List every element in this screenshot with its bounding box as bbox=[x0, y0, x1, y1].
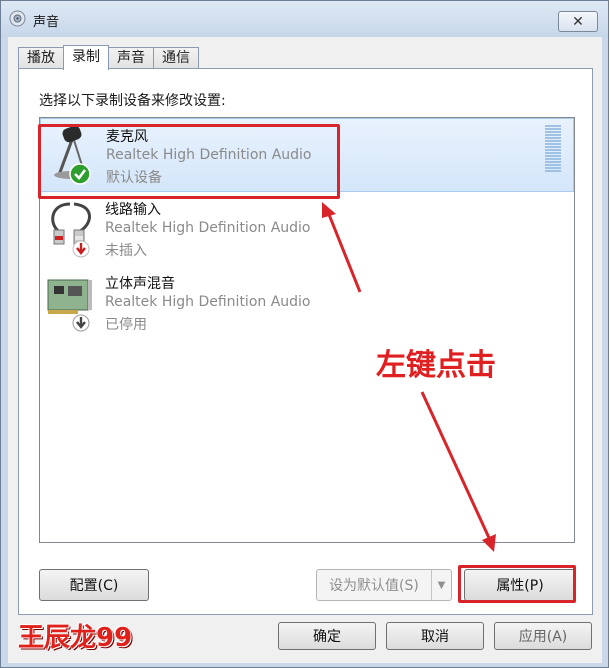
device-row-line-in[interactable]: 线路输入 Realtek High Definition Audio 未插入 bbox=[40, 192, 574, 266]
tab-strip: 播放 录制 声音 通信 bbox=[18, 45, 199, 70]
gray-down-arrow-icon bbox=[72, 314, 90, 332]
device-status: 未插入 bbox=[105, 243, 147, 259]
device-driver: Realtek High Definition Audio bbox=[105, 220, 311, 236]
window-title: 声音 bbox=[33, 15, 60, 30]
annotation-label: 左键点击 bbox=[376, 348, 496, 383]
tab-sounds[interactable]: 声音 bbox=[108, 47, 154, 69]
set-default-button[interactable]: 设为默认值(S) ▼ bbox=[316, 569, 452, 601]
tab-recording[interactable]: 录制 bbox=[63, 45, 109, 70]
cancel-button[interactable]: 取消 bbox=[386, 622, 484, 650]
tab-communications[interactable]: 通信 bbox=[153, 47, 199, 69]
set-default-label: 设为默认值(S) bbox=[329, 578, 419, 594]
device-name: 线路输入 bbox=[105, 202, 161, 218]
speaker-icon bbox=[9, 10, 26, 27]
close-button[interactable]: ✕ bbox=[558, 11, 598, 32]
author-watermark: 王辰龙99 bbox=[18, 623, 133, 653]
highlight-box-properties bbox=[458, 565, 576, 603]
close-icon: ✕ bbox=[572, 13, 584, 30]
instruction-text: 选择以下录制设备来修改设置: bbox=[39, 93, 226, 109]
ok-button[interactable]: 确定 bbox=[278, 622, 376, 650]
device-driver: Realtek High Definition Audio bbox=[105, 294, 311, 310]
configure-button[interactable]: 配置(C) bbox=[39, 569, 149, 601]
device-row-stereo-mix[interactable]: 立体声混音 Realtek High Definition Audio 已停用 bbox=[40, 266, 574, 340]
title-bar[interactable]: 声音 ✕ bbox=[1, 1, 608, 37]
red-down-arrow-icon bbox=[72, 240, 90, 258]
level-meter bbox=[545, 125, 561, 175]
chevron-down-icon[interactable]: ▼ bbox=[431, 570, 451, 600]
apply-button[interactable]: 应用(A) bbox=[494, 622, 592, 650]
device-status: 已停用 bbox=[105, 317, 147, 333]
highlight-box-microphone bbox=[38, 124, 340, 199]
tab-playback[interactable]: 播放 bbox=[18, 47, 64, 69]
device-name: 立体声混音 bbox=[105, 276, 175, 292]
